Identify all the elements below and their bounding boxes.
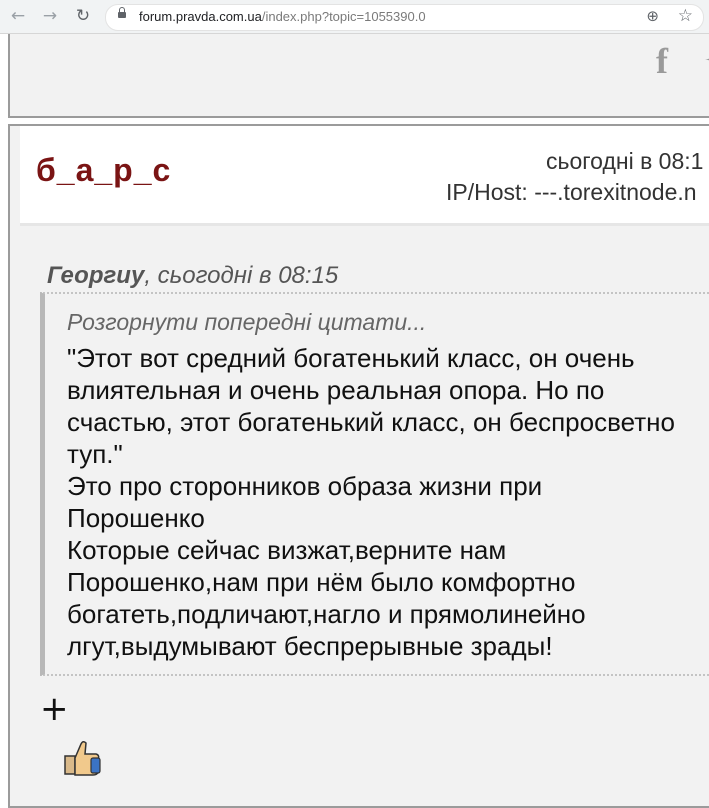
address-bar[interactable]: forum.pravda.com.ua/index.php?topic=1055… — [105, 4, 704, 31]
post-header: б_а_р_с сьогодні в 08:1 IP/Host: ---.tor… — [20, 126, 709, 226]
zoom-icon[interactable]: ⊕ — [646, 7, 659, 25]
post-author[interactable]: б_а_р_с — [36, 152, 171, 189]
star-icon[interactable]: ☆ — [678, 6, 693, 26]
arrow-left-icon[interactable]: ← — [8, 6, 28, 26]
post-date: сьогодні в 08:1 — [546, 148, 704, 174]
quote-block: Розгорнути попередні цитати... "Этот вот… — [40, 292, 709, 676]
quote-attribution: Георгиу, сьогодні в 08:15 — [47, 262, 338, 290]
thumbs-up-icon[interactable] — [63, 738, 103, 778]
post-ip-host: IP/Host: ---.torexitnode.n — [446, 179, 697, 205]
quote-text: "Этот вот средний богатенький класс, он … — [67, 343, 675, 661]
lock-icon[interactable] — [118, 7, 126, 18]
quote-time: , сьогодні в 08:15 — [144, 262, 339, 289]
reload-icon[interactable]: ↻ — [73, 6, 93, 26]
arrow-right-icon[interactable]: → — [40, 6, 60, 26]
expand-quotes-link[interactable]: Розгорнути попередні цитати... — [67, 309, 426, 336]
forum-post: б_а_р_с сьогодні в 08:1 IP/Host: ---.tor… — [8, 124, 709, 808]
url-host: forum.pravda.com.ua — [139, 9, 262, 24]
forum-header-panel: f ✦ — [8, 34, 709, 118]
url-path: /index.php?topic=1055390.0 — [261, 9, 426, 24]
browser-toolbar: ← → ↻ forum.pravda.com.ua/index.php?topi… — [0, 0, 709, 34]
facebook-icon[interactable]: f — [656, 40, 668, 82]
plus-icon[interactable]: + — [40, 692, 69, 726]
twitter-icon[interactable]: ✦ — [704, 46, 709, 76]
quote-author[interactable]: Георгиу — [47, 262, 144, 289]
url-text[interactable]: forum.pravda.com.ua/index.php?topic=1055… — [139, 9, 426, 24]
